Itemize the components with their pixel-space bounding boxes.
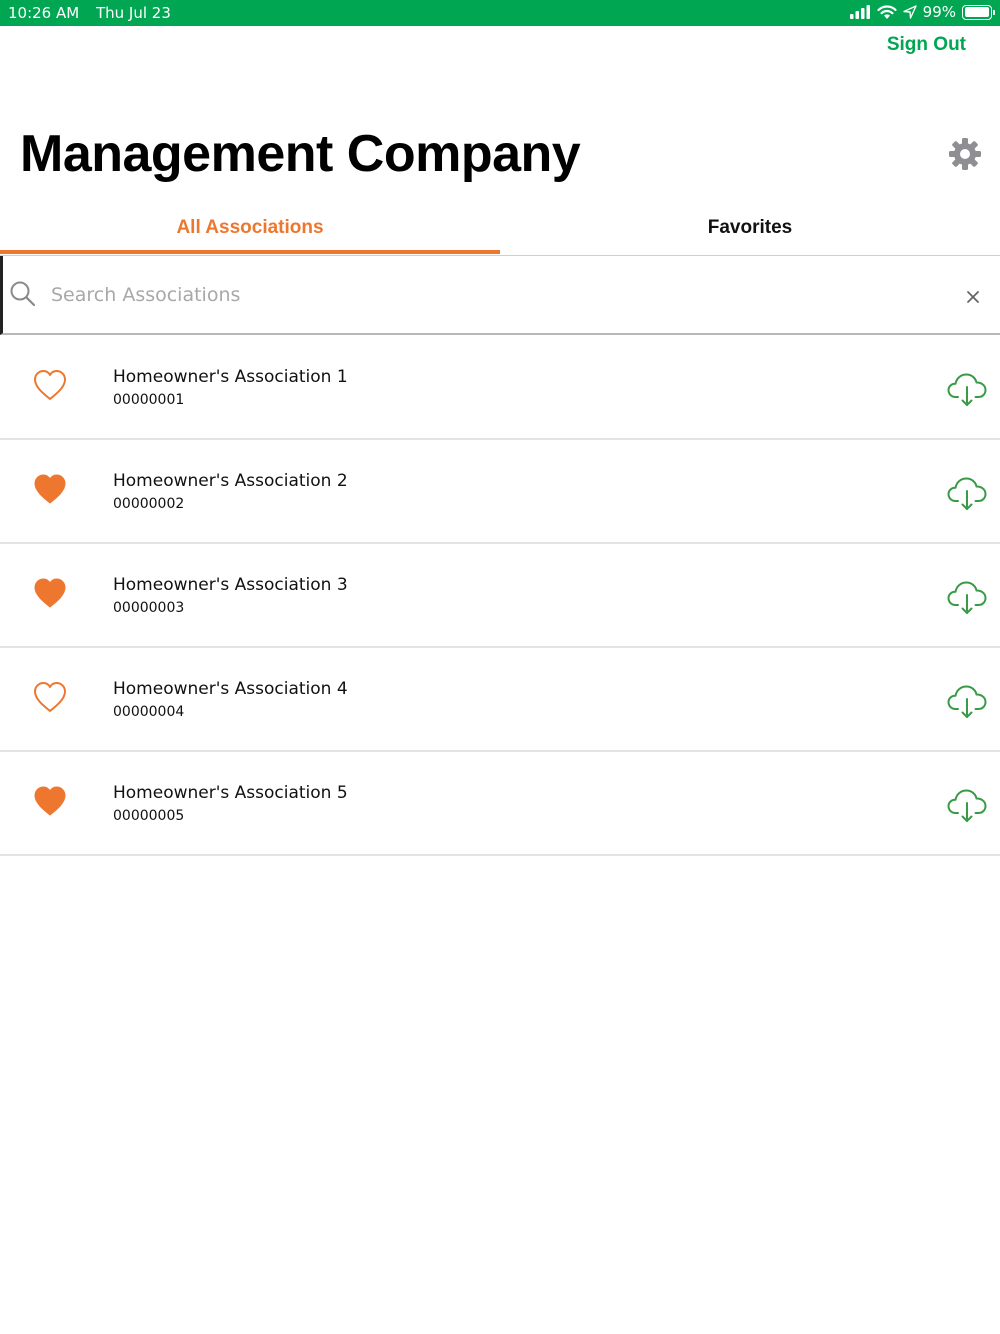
cellular-signal-icon — [849, 5, 870, 19]
cloud-download-icon[interactable] — [946, 370, 988, 408]
sign-out-button[interactable]: Sign Out — [887, 34, 966, 56]
cloud-download-icon[interactable] — [946, 474, 988, 512]
search-input[interactable] — [51, 278, 931, 312]
page-title: Management Company — [20, 125, 581, 183]
list-item[interactable]: Homeowner's Association 4 00000004 — [0, 648, 1000, 752]
association-name: Homeowner's Association 1 — [113, 367, 348, 387]
list-item[interactable]: Homeowner's Association 1 00000001 — [0, 336, 1000, 440]
battery-percent: 99% — [922, 3, 956, 21]
association-name: Homeowner's Association 3 — [113, 575, 348, 595]
search-icon — [10, 281, 36, 307]
list-item[interactable]: Homeowner's Association 5 00000005 — [0, 752, 1000, 856]
status-time: 10:26 AM — [8, 4, 80, 22]
tab-bar: All Associations Favorites — [0, 200, 1000, 256]
association-number: 00000002 — [113, 496, 185, 512]
heart-filled-icon[interactable] — [31, 782, 69, 820]
tab-favorites[interactable]: Favorites — [500, 200, 1000, 255]
association-name: Homeowner's Association 5 — [113, 783, 348, 803]
cloud-download-icon[interactable] — [946, 786, 988, 824]
heart-outline-icon[interactable] — [31, 366, 69, 404]
association-list: Homeowner's Association 1 00000001 Homeown… — [0, 336, 1000, 856]
gear-icon[interactable] — [948, 137, 982, 171]
cloud-download-icon[interactable] — [946, 578, 988, 616]
association-number: 00000005 — [113, 808, 185, 824]
battery-level-fill — [964, 7, 990, 17]
association-name: Homeowner's Association 2 — [113, 471, 348, 491]
association-number: 00000004 — [113, 704, 185, 720]
tab-selected-indicator — [0, 250, 500, 254]
wifi-icon — [877, 4, 897, 19]
search-bar — [0, 256, 1000, 335]
tab-all-associations[interactable]: All Associations — [0, 200, 500, 255]
status-bar: 10:26 AM Thu Jul 23 99% — [0, 0, 1000, 26]
battery-icon — [962, 4, 995, 20]
status-date: Thu Jul 23 — [95, 4, 171, 22]
heart-filled-icon[interactable] — [31, 574, 69, 612]
association-name: Homeowner's Association 4 — [113, 679, 348, 699]
association-number: 00000001 — [113, 392, 185, 408]
list-item[interactable]: Homeowner's Association 3 00000003 — [0, 544, 1000, 648]
association-number: 00000003 — [113, 600, 185, 616]
close-icon[interactable] — [962, 286, 984, 308]
list-item[interactable]: Homeowner's Association 2 00000002 — [0, 440, 1000, 544]
battery-nub — [993, 9, 995, 15]
cloud-download-icon[interactable] — [946, 682, 988, 720]
location-arrow-icon — [902, 5, 917, 19]
heart-filled-icon[interactable] — [31, 470, 69, 508]
heart-outline-icon[interactable] — [31, 678, 69, 716]
